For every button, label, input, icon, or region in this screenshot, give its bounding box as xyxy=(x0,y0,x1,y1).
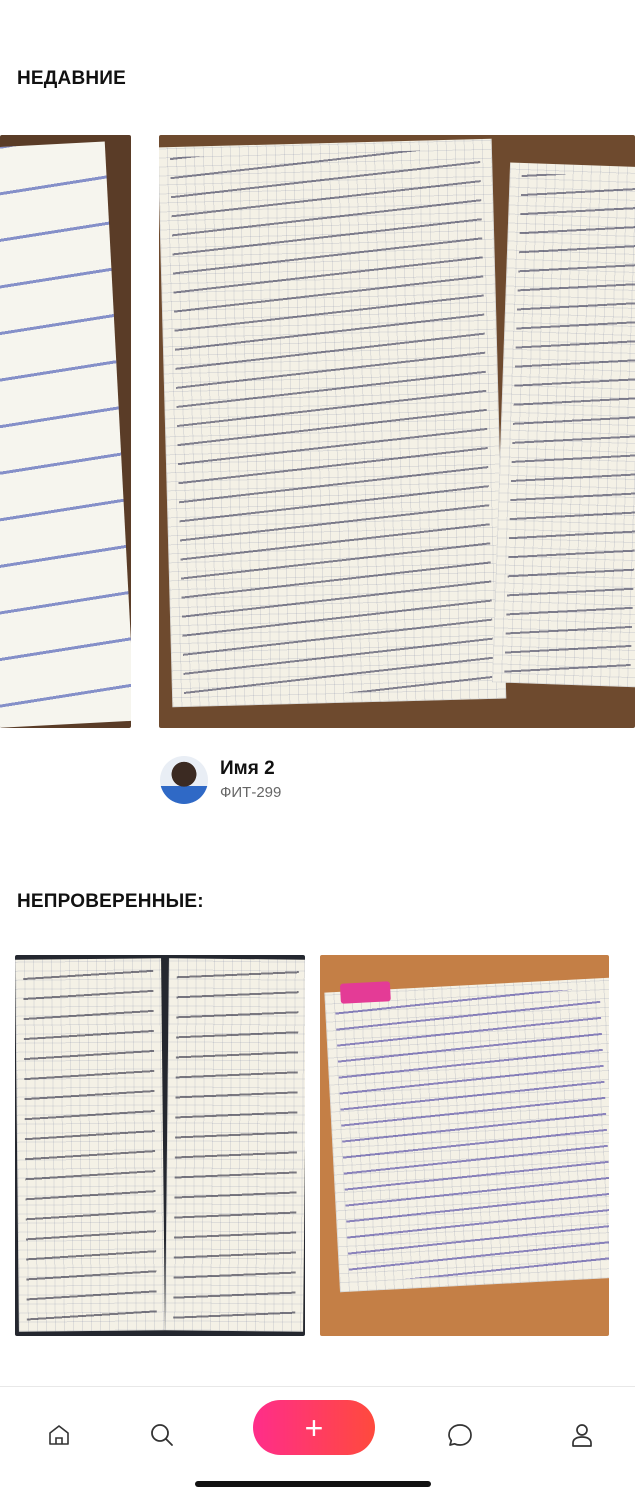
author-group: ФИТ-299 xyxy=(220,784,282,801)
search-icon[interactable] xyxy=(140,1413,184,1457)
recent-section-title: НЕДАВНИЕ xyxy=(17,68,127,89)
post-author[interactable]: Имя 2 ФИТ-299 xyxy=(160,756,460,806)
unchecked-photo-1[interactable] xyxy=(15,955,305,1336)
add-button[interactable]: + xyxy=(253,1400,375,1455)
profile-icon[interactable] xyxy=(560,1413,604,1457)
unchecked-photo-2[interactable] xyxy=(320,955,609,1336)
recent-photo-previous[interactable] xyxy=(0,135,131,728)
author-name: Имя 2 xyxy=(220,758,275,779)
unchecked-section-title: НЕПРОВЕРЕННЫЕ: xyxy=(17,891,204,912)
recent-photo-notebook[interactable] xyxy=(159,135,635,728)
home-icon[interactable] xyxy=(37,1413,81,1457)
avatar[interactable] xyxy=(160,756,208,804)
plus-icon: + xyxy=(304,1409,324,1446)
home-indicator xyxy=(195,1481,431,1487)
chat-icon[interactable] xyxy=(438,1413,482,1457)
bottom-navigation: + xyxy=(0,1386,635,1490)
